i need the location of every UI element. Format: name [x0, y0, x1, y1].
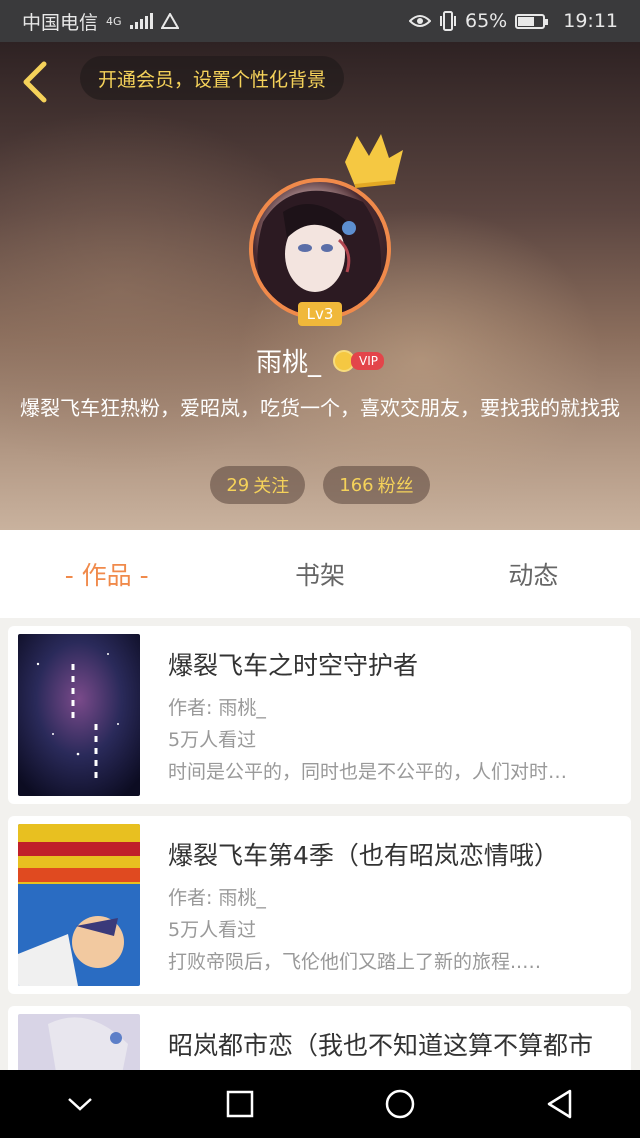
square-icon — [226, 1090, 254, 1118]
work-summary: 打败帝陨后，飞伦他们又踏上了新的旅程..… — [168, 951, 542, 973]
level-badge: Lv3 — [298, 302, 342, 326]
nav-home-button[interactable] — [375, 1079, 425, 1129]
work-views: 5万人看过 — [168, 919, 257, 941]
carrier-label: 中国电信 — [22, 11, 99, 34]
vip-background-prompt[interactable]: 开通会员，设置个性化背景 — [80, 56, 345, 100]
clock: 19:11 — [563, 10, 618, 32]
works-list: 爆裂飞车之时空守护者 作者: 雨桃_ 5万人看过 时间是公平的，同时也是不公平的，… — [0, 618, 640, 1070]
follow-counts: 29 关注 166 粉丝 — [0, 466, 640, 504]
following-label: 关注 — [253, 476, 290, 497]
book-cover — [18, 1014, 140, 1070]
nickname: 雨桃_ — [256, 348, 322, 378]
work-summary: 时间是公平的，同时也是不公平的，人们对时… — [168, 761, 568, 783]
chevron-down-icon — [68, 1098, 92, 1111]
list-item[interactable]: 爆裂飞车第4季（也有昭岚恋情哦） 作者: 雨桃_ 5万人看过 打败帝陨后，飞伦他们… — [8, 816, 631, 994]
eye-icon — [409, 15, 431, 27]
following-button[interactable]: 29 关注 — [210, 466, 306, 504]
nav-recents-button[interactable] — [215, 1079, 265, 1129]
battery-percent: 65% — [465, 10, 508, 32]
work-views: 5万人看过 — [168, 729, 257, 751]
crown-icon — [345, 134, 403, 188]
work-title: 昭岚都市恋（我也不知道这算不算都市 — [168, 1031, 594, 1060]
user-bio: 爆裂飞车狂热粉，爱昭岚，吃货一个，喜欢交朋友，要找我的就找我 — [20, 396, 620, 420]
work-author: 作者: 雨桃_ — [168, 887, 266, 909]
back-button[interactable] — [18, 60, 54, 103]
list-item[interactable]: 昭岚都市恋（我也不知道这算不算都市 — [8, 1006, 631, 1070]
avatar[interactable] — [249, 178, 391, 320]
work-author: 作者: 雨桃_ — [168, 697, 266, 719]
status-bar: 中国电信 4G 65% 19:11 — [0, 0, 640, 42]
followers-count: 166 — [339, 474, 374, 496]
followers-button[interactable]: 166 粉丝 — [323, 466, 430, 504]
signal-icon — [129, 13, 153, 29]
following-count: 29 — [226, 474, 250, 496]
network-type: 4G — [106, 14, 122, 28]
nav-back-button[interactable] — [535, 1079, 585, 1129]
vip-prompt-text: 开通会员，设置个性化背景 — [98, 68, 327, 91]
warning-icon — [160, 13, 179, 29]
work-title: 爆裂飞车第4季（也有昭岚恋情哦） — [168, 841, 559, 870]
book-cover — [18, 634, 140, 796]
chevron-left-icon — [23, 61, 47, 103]
avatar-illustration — [257, 190, 381, 316]
profile-tabs: - 作品 - 书架 动态 — [0, 530, 640, 618]
system-nav-bar — [0, 1070, 640, 1138]
tab-works[interactable]: - 作品 - — [0, 556, 213, 592]
tab-bookshelf[interactable]: 书架 — [213, 556, 426, 592]
vip-badge: VIP — [333, 349, 384, 372]
book-cover — [18, 824, 140, 986]
circle-icon — [385, 1089, 415, 1119]
battery-icon — [515, 13, 549, 29]
work-title: 爆裂飞车之时空守护者 — [168, 651, 419, 680]
nickname-row: 雨桃_ VIP — [0, 342, 640, 379]
profile-header: 开通会员，设置个性化背景 Lv3 雨桃_ VIP 爆裂飞车狂热粉，爱昭岚，吃货一… — [0, 42, 640, 530]
nav-hide-button[interactable] — [55, 1079, 105, 1129]
list-item[interactable]: 爆裂飞车之时空守护者 作者: 雨桃_ 5万人看过 时间是公平的，同时也是不公平的，… — [8, 626, 631, 804]
vip-tag: VIP — [351, 351, 384, 370]
avatar-container[interactable]: Lv3 — [249, 134, 403, 326]
tab-activity[interactable]: 动态 — [427, 556, 640, 592]
followers-label: 粉丝 — [377, 476, 414, 497]
vibrate-icon — [440, 11, 456, 31]
triangle-back-icon — [547, 1089, 572, 1119]
